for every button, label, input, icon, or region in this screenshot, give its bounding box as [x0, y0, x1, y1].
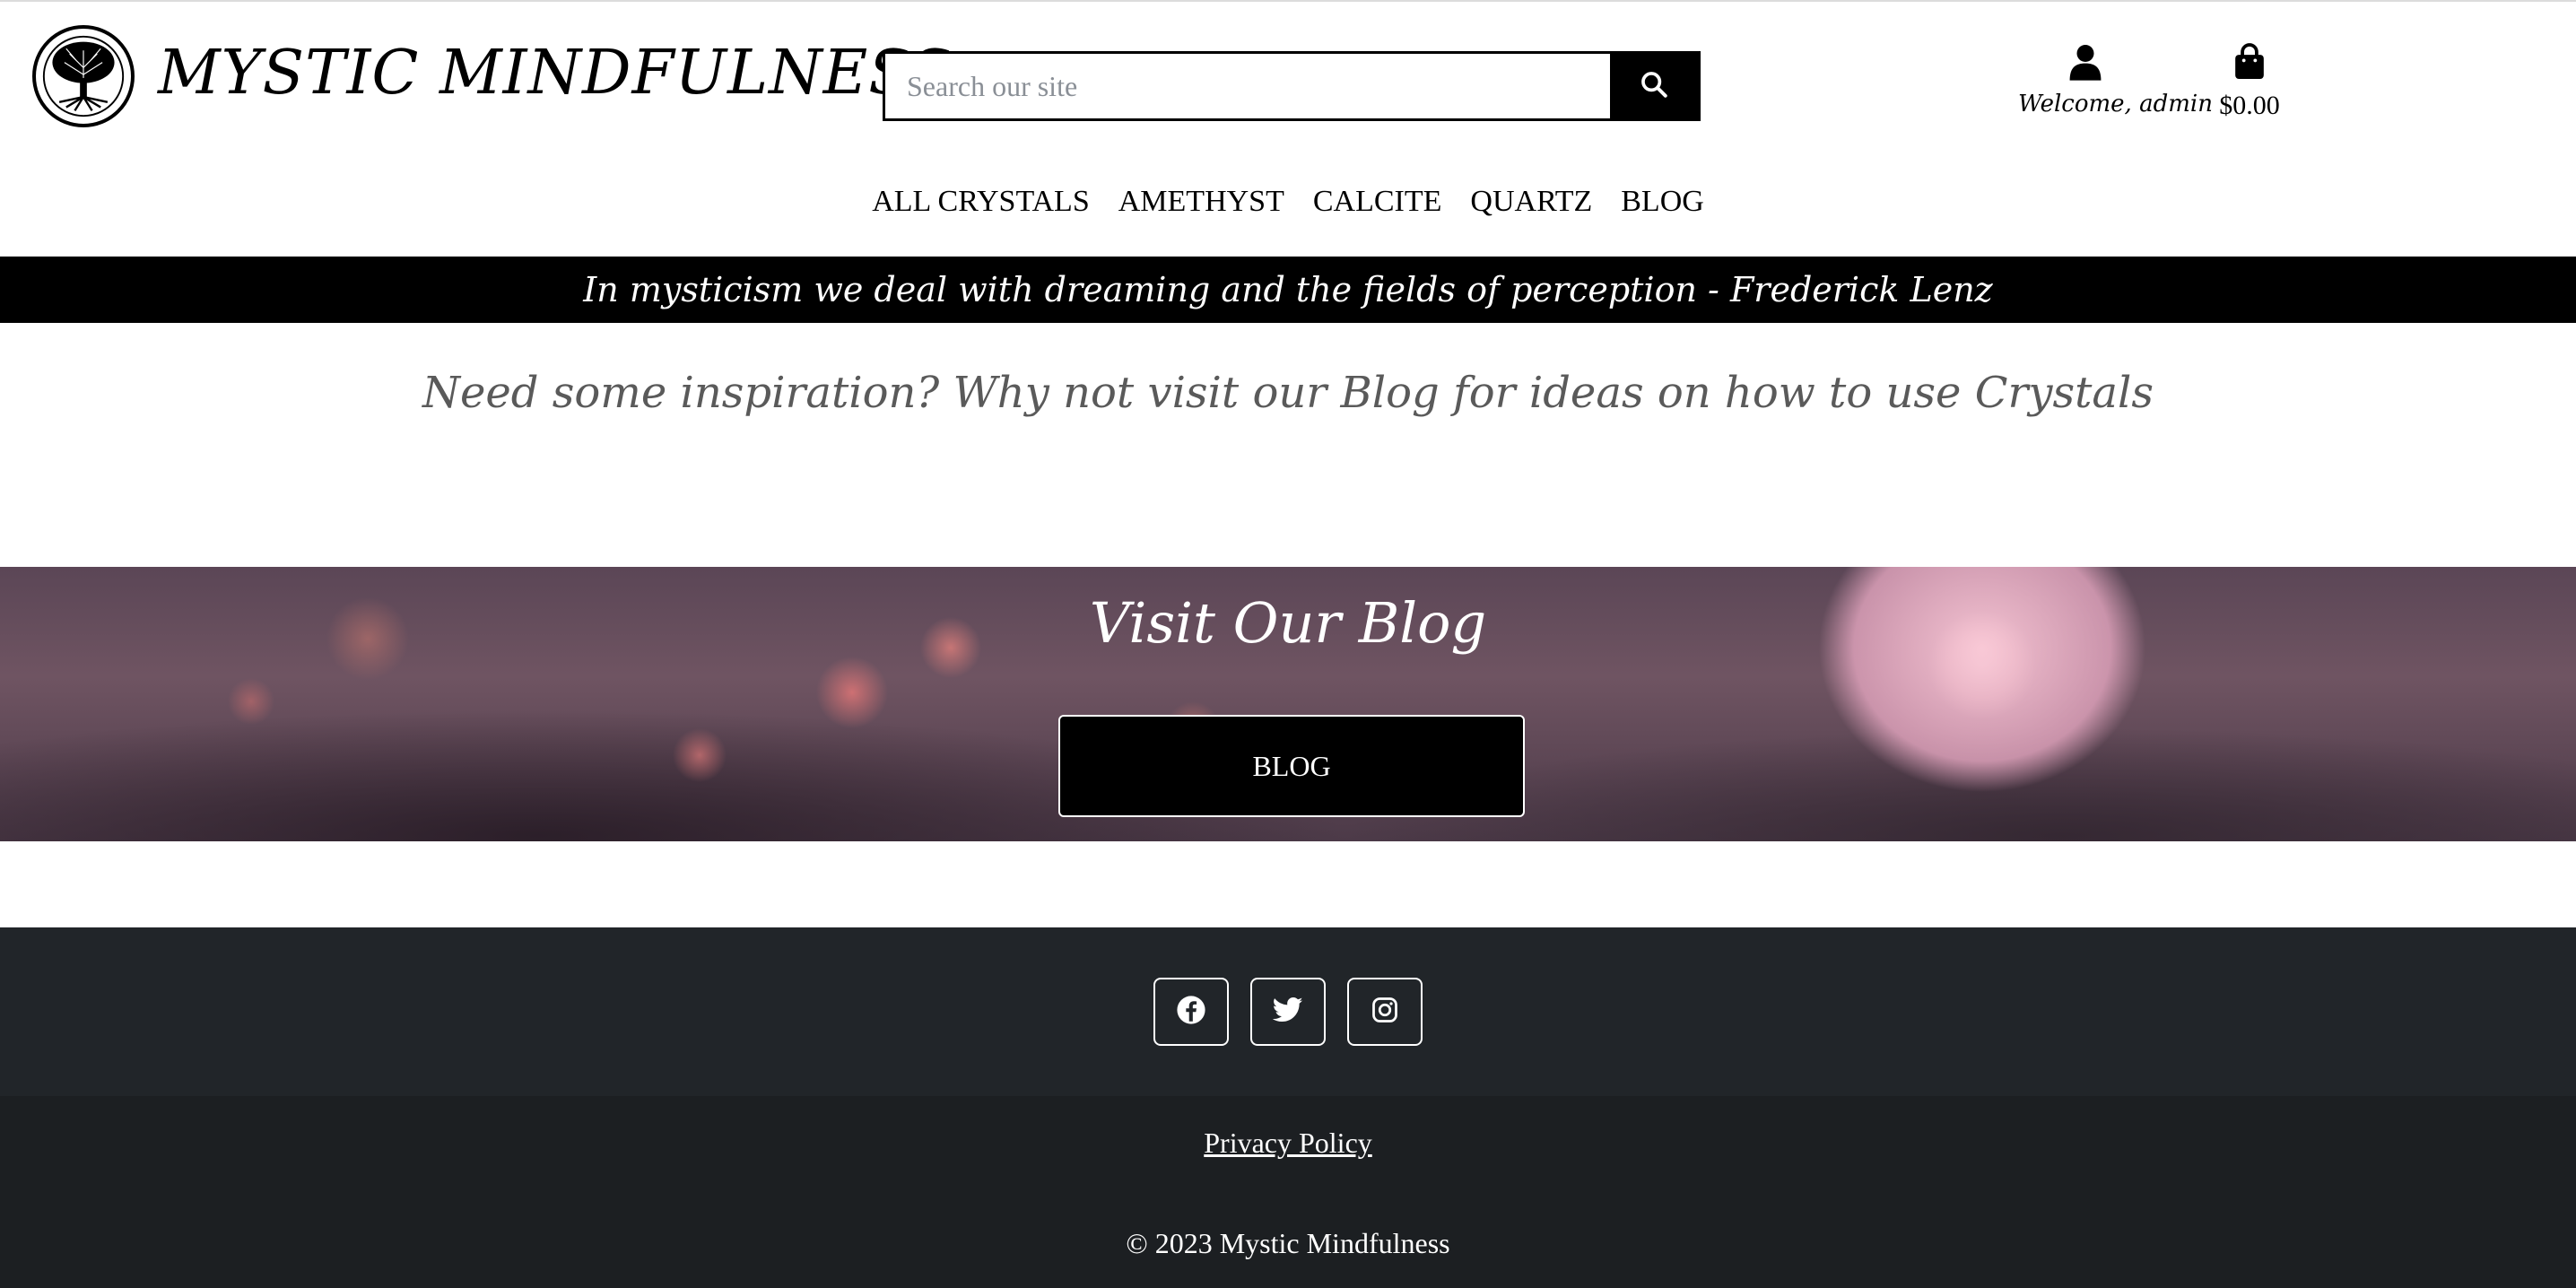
hero-title: Visit Our Blog [1089, 590, 1487, 656]
nav-item-quartz[interactable]: QUARTZ [1470, 185, 1592, 219]
main-nav: ALL CRYSTALS AMETHYST CALCITE QUARTZ BLO… [0, 185, 2576, 219]
copyright-text: © 2023 Mystic Mindfulness [1126, 1227, 1450, 1259]
instagram-icon [1371, 996, 1398, 1028]
facebook-icon [1176, 995, 1206, 1030]
account-link[interactable]: Welcome, admin [2018, 43, 2213, 117]
facebook-button[interactable] [1153, 978, 1229, 1046]
search-icon [1639, 69, 1669, 104]
account-label: Welcome, admin [2018, 91, 2213, 117]
search-button[interactable] [1610, 54, 1698, 118]
quote-banner: In mysticism we deal with dreaming and t… [0, 257, 2576, 323]
nav-item-calcite[interactable]: CALCITE [1313, 185, 1442, 219]
twitter-icon [1272, 996, 1303, 1028]
quote-text: In mysticism we deal with dreaming and t… [583, 270, 1993, 309]
nav-item-blog[interactable]: BLOG [1621, 185, 1704, 219]
search-form [883, 51, 1701, 121]
privacy-policy-link[interactable]: Privacy Policy [1204, 1127, 1372, 1159]
footer-bottom: Privacy Policy © 2023 Mystic Mindfulness [0, 1096, 2576, 1288]
footer-social [0, 927, 2576, 1096]
blog-hero: Visit Our Blog BLOG [0, 567, 2576, 841]
instagram-button[interactable] [1347, 978, 1423, 1046]
cart-total: $0.00 [2219, 91, 2280, 120]
shopping-bag-icon [2232, 43, 2267, 84]
inspiration-heading: Need some inspiration? Why not visit our… [422, 368, 2154, 418]
logo-link[interactable] [32, 25, 135, 127]
blog-button[interactable]: BLOG [1058, 715, 1525, 817]
nav-item-amethyst[interactable]: AMETHYST [1118, 185, 1284, 219]
user-icon [2068, 45, 2102, 84]
nav-item-all-crystals[interactable]: ALL CRYSTALS [872, 185, 1090, 219]
brand-name[interactable]: MYSTIC MINDFULNESS [158, 38, 953, 109]
search-input[interactable] [885, 54, 1610, 118]
top-border [0, 0, 2576, 2]
twitter-button[interactable] [1250, 978, 1326, 1046]
tree-of-life-logo-icon [32, 25, 135, 127]
cart-link[interactable]: $0.00 [2208, 43, 2291, 121]
